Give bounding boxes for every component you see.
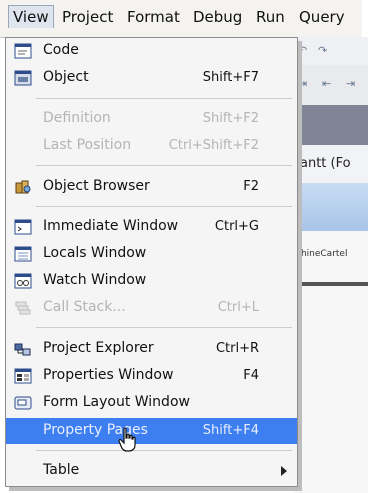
background-window-tab: antt (Fo bbox=[294, 145, 368, 184]
menu-item-definition: Definition Shift+F2 bbox=[6, 106, 297, 132]
menu-item-label: Last Position bbox=[43, 137, 132, 153]
menu-item-label: Project Explorer bbox=[43, 340, 154, 356]
background-window-titlebar bbox=[294, 105, 368, 145]
menu-item-properties-window[interactable]: Properties Window F4 bbox=[6, 363, 297, 389]
menu-item-label: Definition bbox=[43, 110, 111, 126]
background-panel: chineCartel bbox=[294, 231, 368, 493]
menu-item-label: Form Layout Window bbox=[43, 394, 190, 410]
menu-bar: View Project Format Debug Run Query bbox=[0, 0, 362, 38]
menu-item-shortcut: F4 bbox=[243, 368, 259, 383]
outdent-icon: ⇤ bbox=[322, 77, 332, 90]
object-browser-icon bbox=[14, 179, 32, 195]
code-window-icon bbox=[14, 43, 32, 59]
background-window-title: antt (Fo bbox=[300, 156, 351, 171]
locals-window-icon bbox=[14, 246, 32, 262]
menu-format[interactable]: Format bbox=[127, 8, 180, 26]
menu-item-label: Properties Window bbox=[43, 367, 174, 383]
project-explorer-icon bbox=[14, 341, 32, 357]
menu-item-shortcut: Shift+F4 bbox=[202, 423, 259, 438]
menu-query[interactable]: Query bbox=[299, 8, 345, 26]
menu-item-last-position: Last Position Ctrl+Shift+F2 bbox=[6, 133, 297, 159]
watch-window-icon bbox=[14, 273, 32, 289]
menu-item-label: Immediate Window bbox=[43, 218, 179, 234]
menu-item-shortcut: Ctrl+G bbox=[214, 219, 259, 234]
menu-separator bbox=[36, 450, 292, 451]
menu-run[interactable]: Run bbox=[256, 8, 285, 26]
background-panel-text: chineCartel bbox=[296, 249, 348, 259]
undo-icon: ↶ bbox=[298, 44, 308, 57]
menu-item-object-browser[interactable]: Object Browser F2 bbox=[6, 174, 297, 200]
menu-item-shortcut: Shift+F7 bbox=[202, 70, 259, 85]
view-menu: Code Object Shift+F7 Definition Shift+F2… bbox=[5, 37, 298, 487]
immediate-window-icon bbox=[14, 219, 32, 235]
menu-item-form-layout-window[interactable]: Form Layout Window bbox=[6, 390, 297, 416]
submenu-arrow-icon bbox=[281, 466, 287, 476]
screen: View Project Format Debug Run Query ↶ ↷ … bbox=[0, 0, 368, 493]
menu-item-label: Code bbox=[43, 42, 79, 58]
menu-item-shortcut: Shift+F2 bbox=[202, 111, 259, 126]
indent-icon: ⇥ bbox=[298, 77, 308, 90]
form-layout-icon bbox=[14, 395, 32, 411]
menu-item-immediate-window[interactable]: Immediate Window Ctrl+G bbox=[6, 214, 297, 240]
background-toolbar-2: ⇥ ⇤ ⇥ bbox=[294, 65, 368, 105]
menu-item-label: Table bbox=[43, 462, 80, 478]
menu-separator bbox=[36, 206, 292, 207]
menu-project[interactable]: Project bbox=[62, 8, 113, 26]
redo-icon: ↷ bbox=[318, 44, 328, 57]
menu-item-call-stack: Call Stack... Ctrl+L bbox=[6, 295, 297, 321]
menu-debug[interactable]: Debug bbox=[193, 8, 242, 26]
menu-separator bbox=[36, 98, 292, 99]
menu-item-watch-window[interactable]: Watch Window bbox=[6, 268, 297, 294]
menu-item-label: Object bbox=[43, 69, 89, 85]
menu-separator bbox=[36, 165, 292, 166]
menu-item-label: Locals Window bbox=[43, 245, 147, 261]
object-window-icon bbox=[14, 70, 32, 86]
menu-item-table[interactable]: Table bbox=[6, 458, 297, 484]
menu-item-property-pages[interactable]: Property Pages Shift+F4 bbox=[6, 418, 297, 444]
menu-item-label: Watch Window bbox=[43, 272, 147, 288]
call-stack-icon bbox=[14, 300, 32, 316]
toggle-icon: ⇥ bbox=[346, 77, 356, 90]
menu-view[interactable]: View bbox=[8, 5, 54, 28]
hand-cursor-icon bbox=[118, 427, 138, 453]
background-divider bbox=[294, 282, 368, 286]
menu-item-shortcut: Ctrl+Shift+F2 bbox=[168, 138, 259, 153]
menu-separator bbox=[36, 327, 292, 328]
background-panel-header bbox=[294, 183, 368, 231]
menu-item-object[interactable]: Object Shift+F7 bbox=[6, 65, 297, 91]
menu-item-shortcut: Ctrl+R bbox=[215, 341, 259, 356]
menu-item-label: Call Stack... bbox=[43, 299, 126, 315]
menu-item-label: Object Browser bbox=[43, 178, 150, 194]
properties-window-icon bbox=[14, 368, 32, 384]
menu-item-locals-window[interactable]: Locals Window bbox=[6, 241, 297, 267]
menu-item-shortcut: F2 bbox=[243, 179, 259, 194]
menu-item-shortcut: Ctrl+L bbox=[217, 300, 259, 315]
background-toolbar: ↶ ↷ bbox=[294, 37, 368, 66]
menu-item-project-explorer[interactable]: Project Explorer Ctrl+R bbox=[6, 336, 297, 362]
menu-item-code[interactable]: Code bbox=[6, 38, 297, 64]
